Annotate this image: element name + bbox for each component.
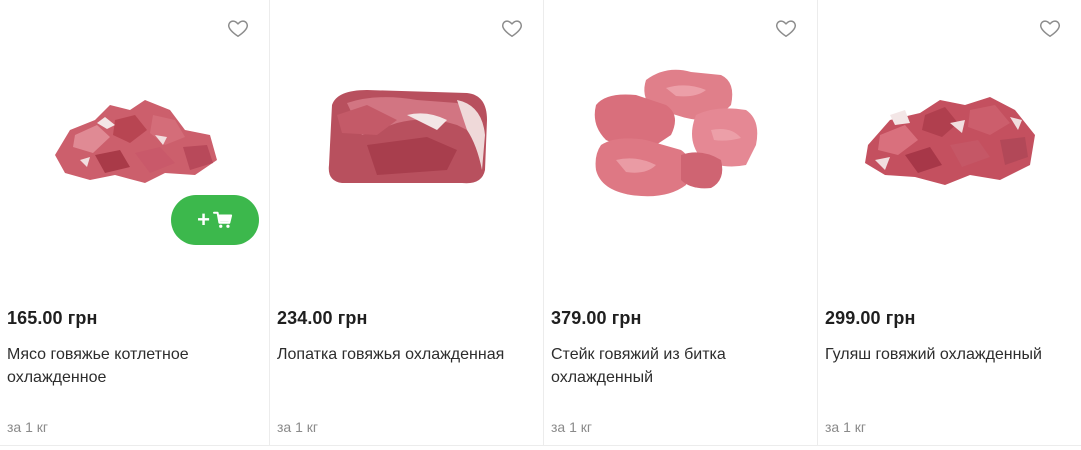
product-title[interactable]: Мясо говяжье котлетное охлажденное [7,343,261,389]
product-card[interactable]: + 165.00 грн Мясо говяжье котлетное охла… [0,0,270,446]
product-price: 234.00 грн [277,308,368,328]
product-price: 165.00 грн [7,308,98,328]
heart-outline-icon[interactable] [227,17,249,39]
product-unit: за 1 кг [7,419,49,435]
product-card[interactable]: 299.00 грн Гуляш говяжий охлажденный за … [818,0,1081,446]
heart-outline-icon[interactable] [501,17,523,39]
product-title[interactable]: Лопатка говяжья охлажденная [277,343,535,366]
beef-goulash-image[interactable] [818,40,1081,230]
product-title[interactable]: Гуляш говяжий охлажденный [825,343,1073,366]
product-price: 379.00 грн [551,308,642,328]
heart-outline-icon[interactable] [775,17,797,39]
product-price: 299.00 грн [825,308,916,328]
product-unit: за 1 кг [277,419,319,435]
product-title[interactable]: Стейк говяжий из битка охлажденный [551,343,809,389]
product-card[interactable]: 379.00 грн Стейк говяжий из битка охлажд… [544,0,818,446]
heart-outline-icon[interactable] [1039,17,1061,39]
product-unit: за 1 кг [825,419,867,435]
beef-steaks-image[interactable] [544,40,817,230]
cart-icon [212,211,233,228]
add-to-cart-button[interactable]: + [171,195,259,245]
beef-shoulder-image[interactable] [270,40,543,230]
plus-icon: + [197,207,210,232]
product-unit: за 1 кг [551,419,593,435]
product-card[interactable]: 234.00 грн Лопатка говяжья охлажденная з… [270,0,544,446]
product-grid: + 165.00 грн Мясо говяжье котлетное охла… [0,0,1081,450]
